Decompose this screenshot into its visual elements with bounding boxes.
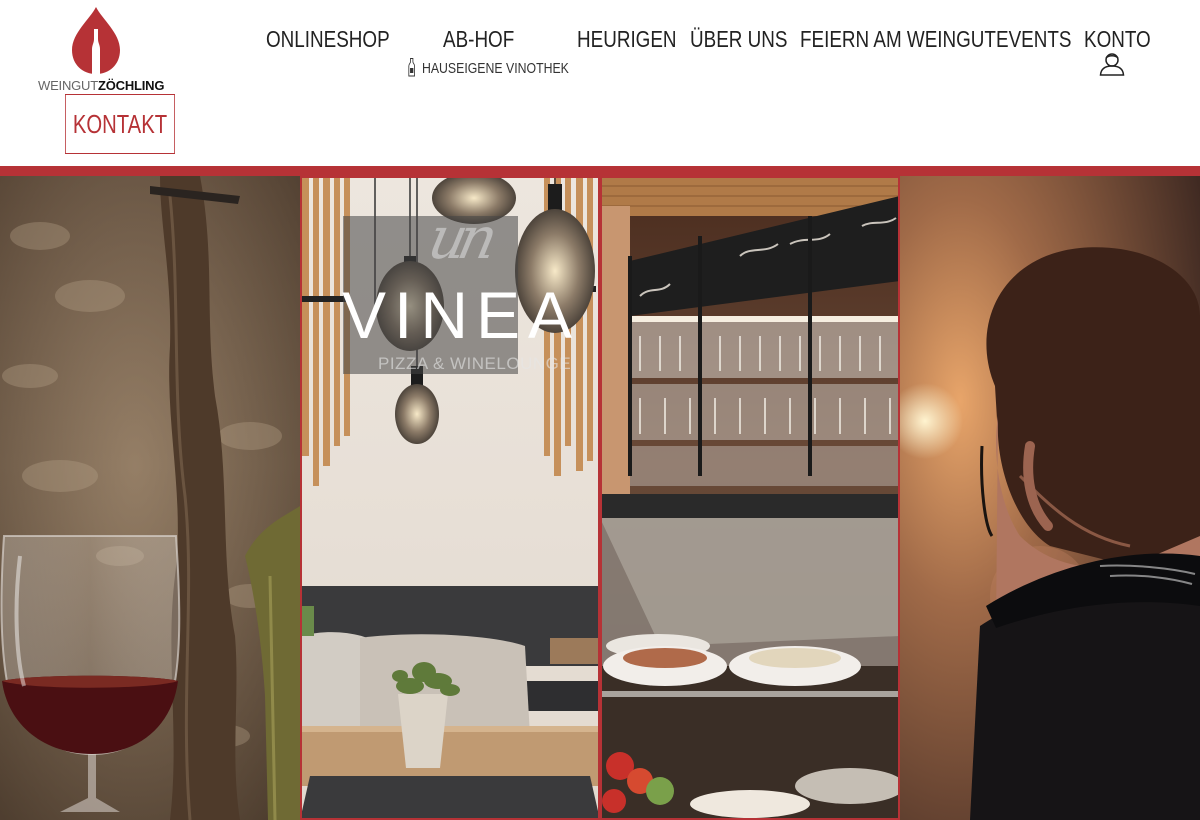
nav-heurigen[interactable]: HEURIGEN (577, 26, 677, 53)
nav-ab-hof-sub[interactable]: HAUSEIGENE VINOTHEK (408, 58, 569, 77)
panel-wine-glass-vineyard[interactable] (0, 176, 300, 820)
wine-glass-vineyard-image (0, 176, 300, 820)
nav-events[interactable]: EVENTS (996, 26, 1071, 53)
panel-bar-buffet[interactable] (600, 176, 900, 820)
nav-ab-hof-sub-label: HAUSEIGENE VINOTHEK (421, 60, 569, 77)
nav-onlineshop[interactable]: ONLINESHOP (266, 26, 390, 53)
nav-ab-hof[interactable]: AB-HOF (443, 26, 514, 53)
nav-konto[interactable]: KONTO (1084, 26, 1151, 53)
events-person-image (900, 176, 1200, 820)
bar-buffet-image (600, 176, 900, 820)
vinea-subtitle: PIZZA & WINELOUNGE (378, 354, 572, 373)
nav-feiern-am-weingut[interactable]: FEIERN AM WEINGUT (800, 26, 996, 53)
panel-events-person[interactable] (900, 176, 1200, 820)
vinea-title[interactable]: VINEA (342, 282, 580, 348)
bottle-icon (408, 58, 415, 77)
kontakt-button[interactable]: KONTAKT (65, 94, 175, 154)
header-divider (0, 166, 1200, 176)
hero-panels (0, 176, 1200, 820)
site-header: WEINGUTZÖCHLING KONTAKT ONLINESHOP AB-HO… (0, 0, 1200, 166)
nav-ueber-uns[interactable]: ÜBER UNS (690, 26, 787, 53)
main-nav: ONLINESHOP AB-HOF HAUSEIGENE VINOTHEK HE… (0, 0, 1200, 90)
user-icon[interactable] (1099, 52, 1125, 76)
